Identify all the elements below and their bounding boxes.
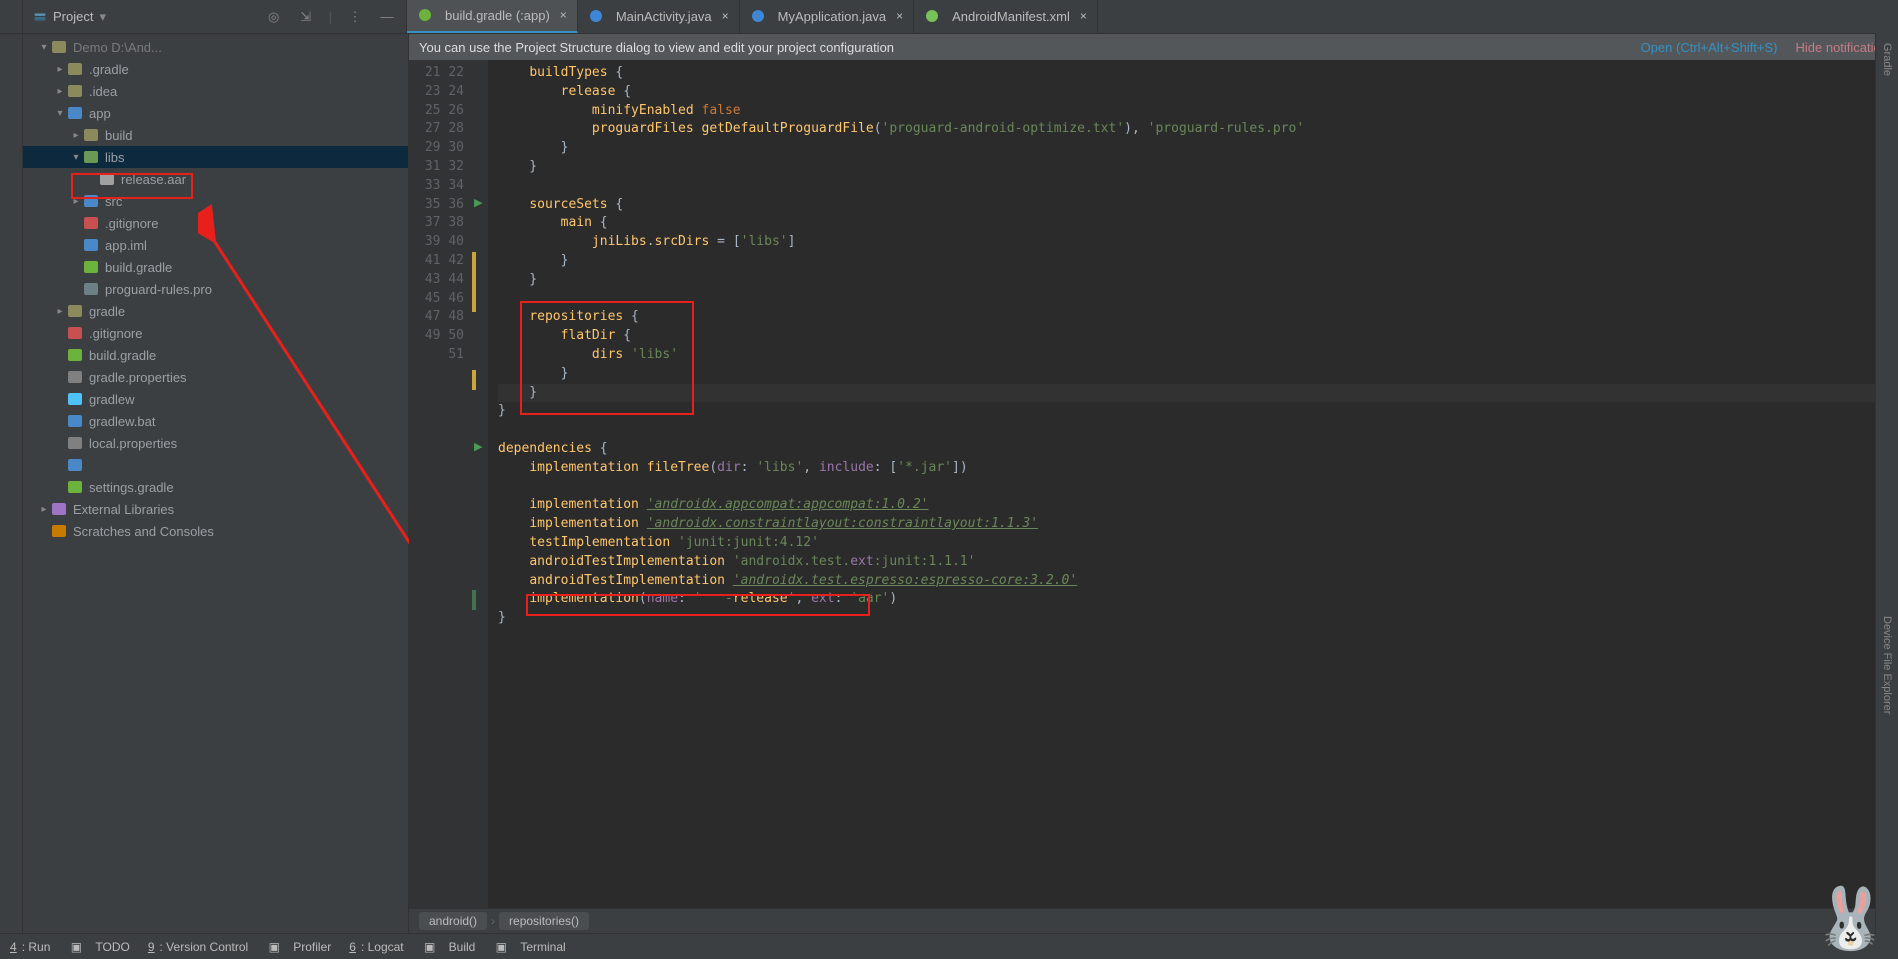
more-icon[interactable]: ⋮ bbox=[346, 8, 364, 26]
android-icon bbox=[924, 8, 940, 24]
tree-build[interactable]: ▸build bbox=[23, 124, 408, 146]
toolwindow-terminal[interactable]: ▣ Terminal bbox=[493, 939, 565, 955]
toolwindow-version-control[interactable]: 9: Version Control bbox=[148, 940, 248, 954]
snow-icon bbox=[99, 171, 115, 187]
tree-release-aar[interactable]: release.aar bbox=[23, 168, 408, 190]
git-icon bbox=[67, 325, 83, 341]
tree-scratches-and-consoles[interactable]: Scratches and Consoles bbox=[23, 520, 408, 542]
toolwindow-todo[interactable]: ▣ TODO bbox=[68, 939, 129, 955]
config-banner: You can use the Project Structure dialog… bbox=[409, 34, 1898, 60]
toolwindow-build[interactable]: ▣ Build bbox=[422, 939, 476, 955]
scratch-icon bbox=[51, 523, 67, 539]
tab-mainactivity-java[interactable]: MainActivity.java× bbox=[578, 0, 740, 33]
tree-settings-gradle[interactable]: settings.gradle bbox=[23, 476, 408, 498]
project-dropdown[interactable]: Project ▾ bbox=[23, 0, 116, 33]
tree--gitignore[interactable]: .gitignore bbox=[23, 322, 408, 344]
close-icon[interactable]: × bbox=[718, 9, 729, 23]
banner-msg: You can use the Project Structure dialog… bbox=[419, 40, 894, 55]
iml-icon bbox=[67, 457, 83, 473]
tree-gradlew-bat[interactable]: gradlew.bat bbox=[23, 410, 408, 432]
tree-app[interactable]: ▾app bbox=[23, 102, 408, 124]
toolwindow-run[interactable]: 4: Run bbox=[10, 940, 50, 954]
toolwindow-logcat[interactable]: 6: Logcat bbox=[349, 940, 403, 954]
breadcrumb: android()›repositories() bbox=[409, 908, 1898, 933]
banner-open-link[interactable]: Open (Ctrl+Alt+Shift+S) bbox=[1641, 40, 1778, 55]
crumb-repositories()[interactable]: repositories() bbox=[499, 912, 589, 930]
tree-external-libraries[interactable]: ▸External Libraries bbox=[23, 498, 408, 520]
folder-b-icon bbox=[83, 193, 99, 209]
folder-icon bbox=[51, 39, 67, 55]
folder-icon bbox=[67, 83, 83, 99]
tree-gradle[interactable]: ▸gradle bbox=[23, 300, 408, 322]
folder-icon bbox=[83, 127, 99, 143]
expand-icon[interactable]: ▸ bbox=[69, 130, 83, 141]
tree-gradlew[interactable]: gradlew bbox=[23, 388, 408, 410]
gradle-tool-window[interactable]: Gradle bbox=[1881, 43, 1893, 76]
lib-icon bbox=[51, 501, 67, 517]
git-icon bbox=[83, 215, 99, 231]
tree-build-gradle[interactable]: build.gradle bbox=[23, 344, 408, 366]
tab-myapplication-java[interactable]: MyApplication.java× bbox=[740, 0, 914, 33]
expand-icon[interactable]: ▾ bbox=[37, 42, 51, 53]
gear-icon bbox=[67, 435, 83, 451]
tree-app-iml[interactable]: app.iml bbox=[23, 234, 408, 256]
tree-build-gradle[interactable]: build.gradle bbox=[23, 256, 408, 278]
gear-icon bbox=[67, 369, 83, 385]
expand-icon[interactable]: ▸ bbox=[53, 86, 67, 97]
select-opened-file-icon[interactable]: ◎ bbox=[265, 8, 283, 26]
tree-libs[interactable]: ▾libs bbox=[23, 146, 408, 168]
gradle-icon bbox=[417, 7, 433, 23]
hide-icon[interactable]: — bbox=[378, 8, 396, 26]
expand-icon[interactable]: ▾ bbox=[69, 152, 83, 163]
expand-icon[interactable]: ▸ bbox=[69, 196, 83, 207]
tree-item[interactable] bbox=[23, 454, 408, 476]
code-editor[interactable]: buildTypes { release { minifyEnabled fal… bbox=[488, 60, 1884, 908]
tree-proguard-rules-pro[interactable]: proguard-rules.pro bbox=[23, 278, 408, 300]
toolwindow-profiler[interactable]: ▣ Profiler bbox=[266, 939, 331, 955]
owl-icon bbox=[83, 281, 99, 297]
tab-androidmanifest-xml[interactable]: AndroidManifest.xml× bbox=[914, 0, 1098, 33]
folder-icon bbox=[67, 303, 83, 319]
project-label: Project bbox=[53, 9, 93, 24]
expand-icon[interactable]: ▾ bbox=[53, 108, 67, 119]
folder-icon bbox=[67, 61, 83, 77]
tree--gitignore[interactable]: .gitignore bbox=[23, 212, 408, 234]
bat-icon bbox=[67, 413, 83, 429]
close-icon[interactable]: × bbox=[556, 8, 567, 22]
expand-icon[interactable]: ▸ bbox=[53, 64, 67, 75]
java-icon bbox=[588, 8, 604, 24]
gradle-icon bbox=[67, 347, 83, 363]
tree--idea[interactable]: ▸.idea bbox=[23, 80, 408, 102]
tab-build-gradle-app-[interactable]: build.gradle (:app)× bbox=[407, 0, 578, 33]
expand-icon[interactable]: ▸ bbox=[37, 504, 51, 515]
close-icon[interactable]: × bbox=[1076, 9, 1087, 23]
collapse-icon[interactable]: ⇲ bbox=[297, 8, 315, 26]
tree-local-properties[interactable]: local.properties bbox=[23, 432, 408, 454]
folder-g-icon bbox=[83, 149, 99, 165]
expand-icon[interactable]: ▸ bbox=[53, 306, 67, 317]
gradle-icon bbox=[67, 479, 83, 495]
device-file-explorer[interactable]: Device File Explorer bbox=[1881, 616, 1893, 714]
sh-icon bbox=[67, 391, 83, 407]
java-icon bbox=[750, 8, 766, 24]
tree-demo-d-and-[interactable]: ▾Demo D:\And... bbox=[23, 36, 408, 58]
tree-src[interactable]: ▸src bbox=[23, 190, 408, 212]
iml-icon bbox=[83, 237, 99, 253]
crumb-android()[interactable]: android() bbox=[419, 912, 487, 930]
tree--gradle[interactable]: ▸.gradle bbox=[23, 58, 408, 80]
close-icon[interactable]: × bbox=[892, 9, 903, 23]
module-icon bbox=[67, 105, 83, 121]
gradle-icon bbox=[83, 259, 99, 275]
tree-gradle-properties[interactable]: gradle.properties bbox=[23, 366, 408, 388]
